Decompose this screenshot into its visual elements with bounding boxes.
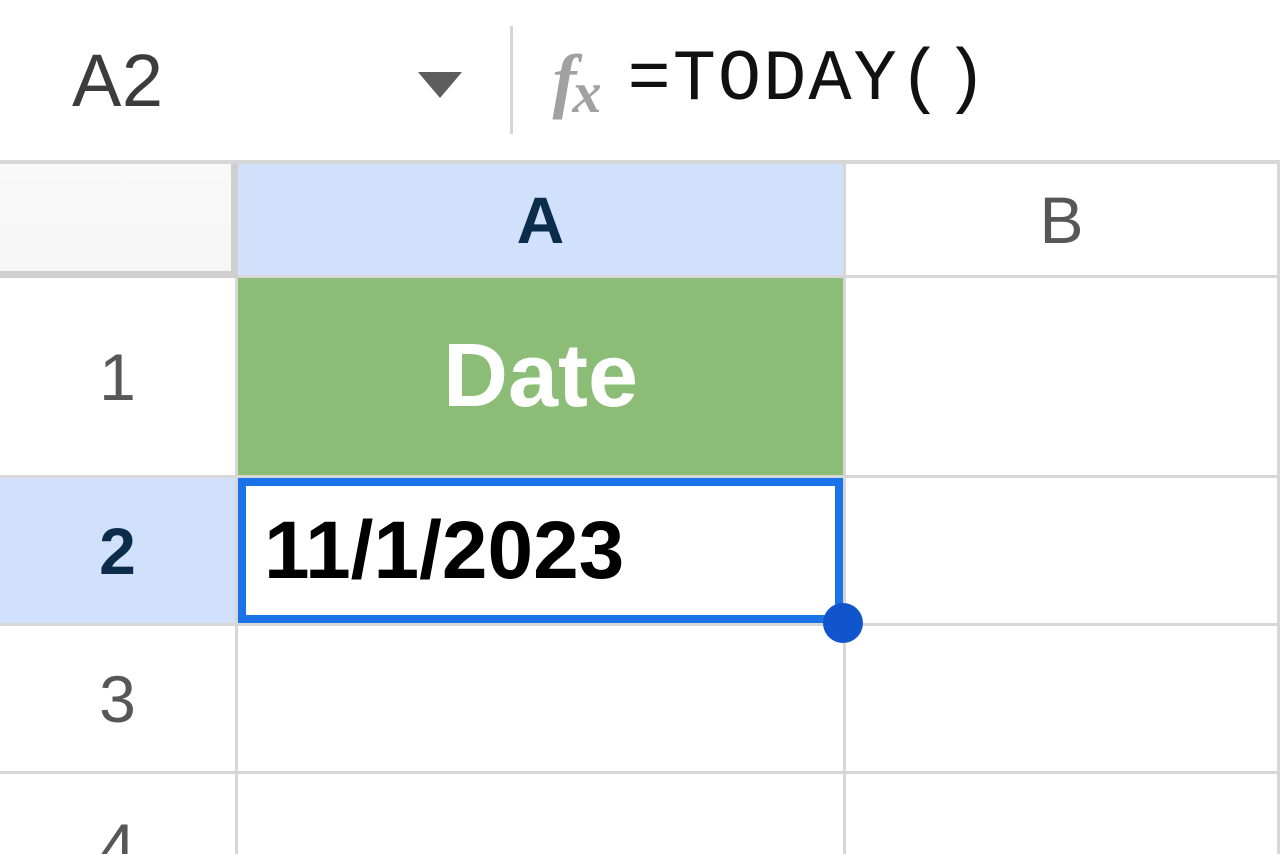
- divider: [510, 26, 513, 134]
- column-header-b[interactable]: B: [846, 164, 1280, 278]
- formula-bar: A2 fx =TODAY(): [0, 0, 1280, 160]
- cell-a3[interactable]: [238, 626, 846, 774]
- name-box-value: A2: [72, 38, 164, 123]
- spreadsheet-grid: A B 1 Date 2 11/1/2023 3 4: [0, 160, 1280, 854]
- row-header-4[interactable]: 4: [0, 774, 238, 854]
- cell-a4[interactable]: [238, 774, 846, 854]
- row-header-1[interactable]: 1: [0, 278, 238, 478]
- cell-a1-value: Date: [443, 325, 638, 428]
- name-box[interactable]: A2: [72, 38, 462, 123]
- row-header-2[interactable]: 2: [0, 478, 238, 626]
- row-header-3[interactable]: 3: [0, 626, 238, 774]
- select-all-corner[interactable]: [0, 164, 238, 278]
- fill-handle[interactable]: [823, 603, 863, 643]
- column-header-a[interactable]: A: [238, 164, 846, 278]
- cell-b3[interactable]: [846, 626, 1280, 774]
- cell-a2[interactable]: 11/1/2023: [238, 478, 846, 626]
- formula-input[interactable]: =TODAY(): [628, 39, 990, 121]
- cell-b4[interactable]: [846, 774, 1280, 854]
- fx-icon: fx: [553, 39, 598, 122]
- cell-b1[interactable]: [846, 278, 1280, 478]
- cell-a1[interactable]: Date: [238, 278, 846, 478]
- cell-a2-value: 11/1/2023: [264, 504, 624, 598]
- chevron-down-icon[interactable]: [418, 72, 462, 98]
- cell-b2[interactable]: [846, 478, 1280, 626]
